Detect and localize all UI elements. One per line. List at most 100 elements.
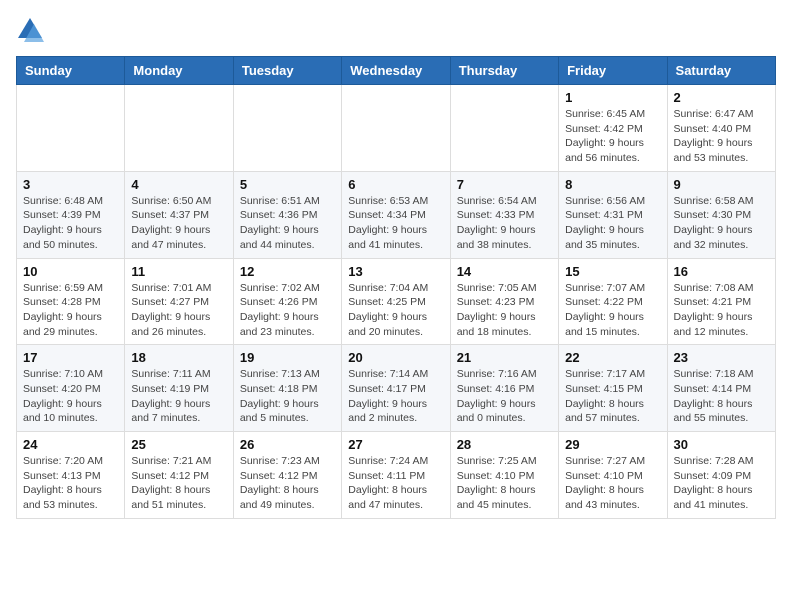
day-info: Sunrise: 7:11 AM Sunset: 4:19 PM Dayligh… <box>131 367 226 426</box>
day-info: Sunrise: 7:02 AM Sunset: 4:26 PM Dayligh… <box>240 281 335 340</box>
day-number: 5 <box>240 177 335 192</box>
calendar-header-row: SundayMondayTuesdayWednesdayThursdayFrid… <box>17 57 776 85</box>
day-number: 24 <box>23 437 118 452</box>
day-number: 9 <box>674 177 769 192</box>
calendar-day-3: 3 Sunrise: 6:48 AM Sunset: 4:39 PM Daylig… <box>17 171 125 258</box>
day-info: Sunrise: 7:27 AM Sunset: 4:10 PM Dayligh… <box>565 454 660 513</box>
day-number: 29 <box>565 437 660 452</box>
day-info: Sunrise: 7:16 AM Sunset: 4:16 PM Dayligh… <box>457 367 552 426</box>
day-number: 16 <box>674 264 769 279</box>
day-info: Sunrise: 7:05 AM Sunset: 4:23 PM Dayligh… <box>457 281 552 340</box>
calendar-header-thursday: Thursday <box>450 57 558 85</box>
day-number: 14 <box>457 264 552 279</box>
day-number: 13 <box>348 264 443 279</box>
calendar-day-1: 1Sunrise: 6:45 AM Sunset: 4:42 PM Daylig… <box>559 85 667 172</box>
calendar-day-8: 8 Sunrise: 6:56 AM Sunset: 4:31 PM Daylig… <box>559 171 667 258</box>
calendar-day-10: 10 Sunrise: 6:59 AM Sunset: 4:28 PM Dayli… <box>17 258 125 345</box>
logo <box>16 16 48 44</box>
calendar-day-27: 27 Sunrise: 7:24 AM Sunset: 4:11 PM Dayli… <box>342 432 450 519</box>
day-number: 7 <box>457 177 552 192</box>
day-number: 1 <box>565 90 660 105</box>
day-number: 8 <box>565 177 660 192</box>
calendar-header-monday: Monday <box>125 57 233 85</box>
day-info: Sunrise: 6:48 AM Sunset: 4:39 PM Dayligh… <box>23 194 118 253</box>
calendar-header-friday: Friday <box>559 57 667 85</box>
day-number: 10 <box>23 264 118 279</box>
calendar-header-sunday: Sunday <box>17 57 125 85</box>
calendar-day-23: 23 Sunrise: 7:18 AM Sunset: 4:14 PM Dayli… <box>667 345 775 432</box>
day-info: Sunrise: 7:14 AM Sunset: 4:17 PM Dayligh… <box>348 367 443 426</box>
day-number: 30 <box>674 437 769 452</box>
day-number: 11 <box>131 264 226 279</box>
day-number: 6 <box>348 177 443 192</box>
day-number: 27 <box>348 437 443 452</box>
calendar-header-tuesday: Tuesday <box>233 57 341 85</box>
calendar-day-2: 2Sunrise: 6:47 AM Sunset: 4:40 PM Daylig… <box>667 85 775 172</box>
calendar-day-17: 17 Sunrise: 7:10 AM Sunset: 4:20 PM Dayli… <box>17 345 125 432</box>
day-number: 25 <box>131 437 226 452</box>
day-info: Sunrise: 6:59 AM Sunset: 4:28 PM Dayligh… <box>23 281 118 340</box>
day-number: 3 <box>23 177 118 192</box>
calendar-day-28: 28 Sunrise: 7:25 AM Sunset: 4:10 PM Dayli… <box>450 432 558 519</box>
day-info: Sunrise: 7:28 AM Sunset: 4:09 PM Dayligh… <box>674 454 769 513</box>
day-info: Sunrise: 7:01 AM Sunset: 4:27 PM Dayligh… <box>131 281 226 340</box>
day-info: Sunrise: 7:23 AM Sunset: 4:12 PM Dayligh… <box>240 454 335 513</box>
calendar-week-row: 3 Sunrise: 6:48 AM Sunset: 4:39 PM Daylig… <box>17 171 776 258</box>
day-number: 23 <box>674 350 769 365</box>
day-info: Sunrise: 6:56 AM Sunset: 4:31 PM Dayligh… <box>565 194 660 253</box>
day-info: Sunrise: 6:53 AM Sunset: 4:34 PM Dayligh… <box>348 194 443 253</box>
calendar-empty-cell <box>233 85 341 172</box>
calendar-day-26: 26 Sunrise: 7:23 AM Sunset: 4:12 PM Dayli… <box>233 432 341 519</box>
calendar-day-13: 13Sunrise: 7:04 AM Sunset: 4:25 PM Dayli… <box>342 258 450 345</box>
day-info: Sunrise: 7:18 AM Sunset: 4:14 PM Dayligh… <box>674 367 769 426</box>
calendar-day-18: 18 Sunrise: 7:11 AM Sunset: 4:19 PM Dayli… <box>125 345 233 432</box>
logo-icon <box>16 16 44 44</box>
day-number: 17 <box>23 350 118 365</box>
day-number: 20 <box>348 350 443 365</box>
calendar-day-4: 4 Sunrise: 6:50 AM Sunset: 4:37 PM Daylig… <box>125 171 233 258</box>
calendar-empty-cell <box>125 85 233 172</box>
calendar-week-row: 10 Sunrise: 6:59 AM Sunset: 4:28 PM Dayli… <box>17 258 776 345</box>
calendar-week-row: 24 Sunrise: 7:20 AM Sunset: 4:13 PM Dayli… <box>17 432 776 519</box>
day-number: 4 <box>131 177 226 192</box>
calendar-day-24: 24 Sunrise: 7:20 AM Sunset: 4:13 PM Dayli… <box>17 432 125 519</box>
calendar-day-14: 14 Sunrise: 7:05 AM Sunset: 4:23 PM Dayli… <box>450 258 558 345</box>
day-info: Sunrise: 7:20 AM Sunset: 4:13 PM Dayligh… <box>23 454 118 513</box>
day-number: 28 <box>457 437 552 452</box>
day-number: 18 <box>131 350 226 365</box>
calendar-week-row: 1Sunrise: 6:45 AM Sunset: 4:42 PM Daylig… <box>17 85 776 172</box>
calendar-day-5: 5 Sunrise: 6:51 AM Sunset: 4:36 PM Daylig… <box>233 171 341 258</box>
calendar-day-30: 30 Sunrise: 7:28 AM Sunset: 4:09 PM Dayli… <box>667 432 775 519</box>
calendar-day-25: 25Sunrise: 7:21 AM Sunset: 4:12 PM Dayli… <box>125 432 233 519</box>
day-info: Sunrise: 7:17 AM Sunset: 4:15 PM Dayligh… <box>565 367 660 426</box>
calendar-header-saturday: Saturday <box>667 57 775 85</box>
day-info: Sunrise: 6:51 AM Sunset: 4:36 PM Dayligh… <box>240 194 335 253</box>
day-info: Sunrise: 7:08 AM Sunset: 4:21 PM Dayligh… <box>674 281 769 340</box>
calendar-empty-cell <box>17 85 125 172</box>
calendar-day-6: 6 Sunrise: 6:53 AM Sunset: 4:34 PM Daylig… <box>342 171 450 258</box>
calendar-day-20: 20 Sunrise: 7:14 AM Sunset: 4:17 PM Dayli… <box>342 345 450 432</box>
day-info: Sunrise: 7:10 AM Sunset: 4:20 PM Dayligh… <box>23 367 118 426</box>
calendar-day-16: 16 Sunrise: 7:08 AM Sunset: 4:21 PM Dayli… <box>667 258 775 345</box>
calendar-empty-cell <box>450 85 558 172</box>
calendar-week-row: 17 Sunrise: 7:10 AM Sunset: 4:20 PM Dayli… <box>17 345 776 432</box>
day-info: Sunrise: 6:58 AM Sunset: 4:30 PM Dayligh… <box>674 194 769 253</box>
day-number: 19 <box>240 350 335 365</box>
day-info: Sunrise: 6:50 AM Sunset: 4:37 PM Dayligh… <box>131 194 226 253</box>
calendar-day-7: 7Sunrise: 6:54 AM Sunset: 4:33 PM Daylig… <box>450 171 558 258</box>
day-info: Sunrise: 7:25 AM Sunset: 4:10 PM Dayligh… <box>457 454 552 513</box>
day-number: 26 <box>240 437 335 452</box>
calendar-day-22: 22Sunrise: 7:17 AM Sunset: 4:15 PM Dayli… <box>559 345 667 432</box>
page-header <box>16 16 776 44</box>
day-info: Sunrise: 7:24 AM Sunset: 4:11 PM Dayligh… <box>348 454 443 513</box>
day-number: 2 <box>674 90 769 105</box>
day-info: Sunrise: 7:13 AM Sunset: 4:18 PM Dayligh… <box>240 367 335 426</box>
calendar-day-29: 29 Sunrise: 7:27 AM Sunset: 4:10 PM Dayli… <box>559 432 667 519</box>
calendar-day-15: 15 Sunrise: 7:07 AM Sunset: 4:22 PM Dayli… <box>559 258 667 345</box>
calendar-day-12: 12Sunrise: 7:02 AM Sunset: 4:26 PM Dayli… <box>233 258 341 345</box>
day-number: 21 <box>457 350 552 365</box>
day-number: 15 <box>565 264 660 279</box>
calendar-header-wednesday: Wednesday <box>342 57 450 85</box>
day-info: Sunrise: 7:07 AM Sunset: 4:22 PM Dayligh… <box>565 281 660 340</box>
calendar-day-19: 19 Sunrise: 7:13 AM Sunset: 4:18 PM Dayli… <box>233 345 341 432</box>
